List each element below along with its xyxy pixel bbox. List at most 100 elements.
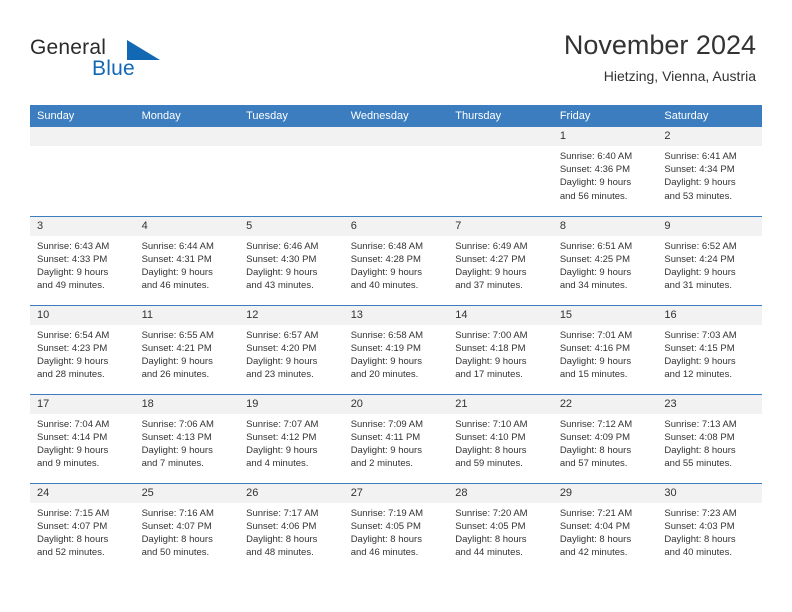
calendar-day-cell[interactable]: 28 Sunrise: 7:20 AM Sunset: 4:05 PM Dayligh… (448, 482, 553, 573)
day-sun-info: Sunrise: 7:07 AM Sunset: 4:12 PM Daylight:… (239, 414, 344, 471)
daylight-duration-line2: and 2 minutes. (350, 458, 414, 470)
day-sun-info: Sunrise: 6:48 AM Sunset: 4:28 PM Daylight:… (344, 236, 449, 293)
daylight-duration-line2: and 44 minutes. (455, 547, 523, 559)
daylight-duration-line1: Daylight: 8 hours (455, 444, 527, 456)
calendar-day-cell[interactable]: 1 Sunrise: 6:40 AM Sunset: 4:36 PM Daylight… (552, 127, 658, 216)
sunset-time: Sunset: 4:07 PM (141, 520, 212, 532)
day-cell-content: 3 Sunrise: 6:43 AM Sunset: 4:33 PM Daylight… (30, 216, 135, 305)
calendar-day-cell-empty (448, 127, 553, 216)
calendar-day-cell[interactable]: 8 Sunrise: 6:51 AM Sunset: 4:25 PM Daylight… (552, 215, 658, 305)
day-number: 4 (134, 216, 240, 236)
sunrise-time: Sunrise: 6:58 AM (350, 329, 424, 341)
sunset-time: Sunset: 4:13 PM (141, 431, 212, 443)
day-cell-content: 10 Sunrise: 6:54 AM Sunset: 4:23 PM Dayligh… (30, 305, 135, 394)
day-number (448, 127, 553, 146)
calendar-day-cell[interactable]: 22 Sunrise: 7:12 AM Sunset: 4:09 PM Dayligh… (552, 393, 658, 483)
calendar-day-cell[interactable]: 16 Sunrise: 7:03 AM Sunset: 4:15 PM Dayligh… (657, 304, 762, 394)
daylight-duration-line2: and 49 minutes. (37, 280, 105, 292)
sunset-time: Sunset: 4:04 PM (559, 520, 631, 532)
day-cell-content: 4 Sunrise: 6:44 AM Sunset: 4:31 PM Daylight… (134, 216, 240, 305)
day-sun-info: Sunrise: 6:54 AM Sunset: 4:23 PM Daylight:… (30, 325, 135, 382)
day-sun-info: Sunrise: 7:23 AM Sunset: 4:03 PM Daylight:… (657, 503, 762, 560)
calendar-day-cell[interactable]: 4 Sunrise: 6:44 AM Sunset: 4:31 PM Daylight… (134, 215, 240, 305)
day-number: 15 (552, 305, 658, 325)
logo-text-blue: Blue (92, 57, 135, 80)
sunrise-time: Sunrise: 7:09 AM (350, 418, 424, 430)
sunset-time: Sunset: 4:03 PM (664, 520, 735, 532)
day-number: 22 (552, 394, 658, 414)
sunset-time: Sunset: 4:19 PM (350, 342, 421, 354)
daylight-duration-line1: Daylight: 9 hours (37, 355, 109, 367)
calendar-day-cell[interactable]: 23 Sunrise: 7:13 AM Sunset: 4:08 PM Dayligh… (657, 393, 762, 483)
sunrise-time: Sunrise: 6:48 AM (350, 240, 424, 252)
day-cell-content: 21 Sunrise: 7:10 AM Sunset: 4:10 PM Dayligh… (448, 394, 553, 483)
calendar-day-cell[interactable]: 11 Sunrise: 6:55 AM Sunset: 4:21 PM Dayligh… (134, 304, 240, 394)
day-sun-info: Sunrise: 6:43 AM Sunset: 4:33 PM Daylight:… (30, 236, 135, 293)
day-number: 2 (657, 127, 762, 146)
calendar-day-cell[interactable]: 14 Sunrise: 7:00 AM Sunset: 4:18 PM Dayligh… (448, 304, 553, 394)
calendar-day-cell[interactable]: 15 Sunrise: 7:01 AM Sunset: 4:16 PM Dayligh… (552, 304, 658, 394)
sunset-time: Sunset: 4:30 PM (246, 253, 317, 265)
sunrise-time: Sunrise: 7:06 AM (141, 418, 214, 430)
day-number: 8 (552, 216, 658, 236)
calendar-day-cell[interactable]: 6 Sunrise: 6:48 AM Sunset: 4:28 PM Daylight… (343, 215, 449, 305)
day-sun-info: Sunrise: 7:10 AM Sunset: 4:10 PM Daylight:… (448, 414, 553, 471)
calendar-day-cell[interactable]: 30 Sunrise: 7:23 AM Sunset: 4:03 PM Dayligh… (657, 482, 762, 572)
general-blue-logo[interactable]: General Blue (30, 36, 200, 88)
calendar-day-cell[interactable]: 20 Sunrise: 7:09 AM Sunset: 4:11 PM Dayligh… (343, 393, 449, 483)
calendar-day-cell[interactable]: 9 Sunrise: 6:52 AM Sunset: 4:24 PM Daylight… (657, 215, 762, 305)
day-sun-info: Sunrise: 6:49 AM Sunset: 4:27 PM Daylight:… (448, 236, 553, 293)
day-cell-content: 28 Sunrise: 7:20 AM Sunset: 4:05 PM Dayligh… (448, 483, 553, 573)
day-sun-info: Sunrise: 6:57 AM Sunset: 4:20 PM Daylight:… (239, 325, 344, 382)
sunset-time: Sunset: 4:14 PM (37, 431, 108, 443)
daylight-duration-line2: and 34 minutes. (559, 280, 628, 292)
calendar-day-cell[interactable]: 12 Sunrise: 6:57 AM Sunset: 4:20 PM Dayligh… (239, 304, 344, 394)
sunrise-time: Sunrise: 6:51 AM (559, 240, 633, 252)
calendar-day-cell[interactable]: 13 Sunrise: 6:58 AM Sunset: 4:19 PM Dayligh… (343, 304, 449, 394)
day-cell-content (448, 127, 553, 216)
calendar-day-cell[interactable]: 24 Sunrise: 7:15 AM Sunset: 4:07 PM Dayligh… (30, 482, 135, 572)
calendar-day-cell[interactable]: 21 Sunrise: 7:10 AM Sunset: 4:10 PM Dayligh… (448, 393, 553, 483)
day-sun-info: Sunrise: 7:12 AM Sunset: 4:09 PM Daylight:… (553, 414, 658, 471)
daylight-duration-line2: and 48 minutes. (246, 547, 314, 559)
day-number: 19 (239, 394, 344, 414)
daylight-duration-line1: Daylight: 9 hours (246, 444, 318, 456)
daylight-duration-line1: Daylight: 8 hours (455, 533, 527, 545)
sunset-time: Sunset: 4:11 PM (350, 431, 421, 443)
sunrise-time: Sunrise: 7:07 AM (246, 418, 319, 430)
day-cell-content: 19 Sunrise: 7:07 AM Sunset: 4:12 PM Dayligh… (239, 394, 344, 483)
page-title: November 2024 (563, 30, 756, 60)
calendar-day-cell[interactable]: 5 Sunrise: 6:46 AM Sunset: 4:30 PM Daylight… (239, 215, 344, 305)
weekday-header-saturday: Saturday (657, 105, 762, 127)
daylight-duration-line1: Daylight: 9 hours (350, 266, 422, 278)
calendar-day-cell[interactable]: 10 Sunrise: 6:54 AM Sunset: 4:23 PM Dayligh… (30, 304, 135, 394)
calendar-day-cell[interactable]: 26 Sunrise: 7:17 AM Sunset: 4:06 PM Dayligh… (239, 482, 344, 572)
sunrise-time: Sunrise: 6:49 AM (455, 240, 528, 252)
location-subtitle: Hietzing, Vienna, Austria (603, 68, 756, 84)
calendar-day-cell[interactable]: 18 Sunrise: 7:06 AM Sunset: 4:13 PM Dayligh… (134, 393, 240, 483)
calendar-day-cell[interactable]: 19 Sunrise: 7:07 AM Sunset: 4:12 PM Dayligh… (239, 393, 344, 483)
daylight-duration-line2: and 12 minutes. (664, 369, 732, 381)
day-number: 21 (448, 394, 553, 414)
daylight-duration-line2: and 20 minutes. (350, 369, 419, 381)
day-cell-content: 27 Sunrise: 7:19 AM Sunset: 4:05 PM Dayligh… (343, 483, 449, 573)
day-cell-content: 23 Sunrise: 7:13 AM Sunset: 4:08 PM Dayligh… (657, 394, 762, 483)
daylight-duration-line1: Daylight: 9 hours (664, 177, 736, 189)
calendar-day-cell[interactable]: 25 Sunrise: 7:16 AM Sunset: 4:07 PM Dayligh… (134, 482, 240, 572)
calendar-day-cell[interactable]: 2 Sunrise: 6:41 AM Sunset: 4:34 PM Daylight… (657, 127, 762, 216)
daylight-duration-line1: Daylight: 9 hours (559, 355, 632, 367)
calendar-day-cell[interactable]: 29 Sunrise: 7:21 AM Sunset: 4:04 PM Dayligh… (552, 482, 658, 573)
day-number: 3 (30, 216, 135, 236)
daylight-duration-line2: and 31 minutes. (664, 280, 732, 292)
sunrise-time: Sunrise: 6:40 AM (559, 151, 633, 162)
calendar-day-cell[interactable]: 7 Sunrise: 6:49 AM Sunset: 4:27 PM Daylight… (448, 215, 553, 305)
daylight-duration-line2: and 26 minutes. (141, 369, 210, 381)
calendar-day-cell[interactable]: 3 Sunrise: 6:43 AM Sunset: 4:33 PM Daylight… (30, 215, 135, 305)
day-cell-content: 6 Sunrise: 6:48 AM Sunset: 4:28 PM Daylight… (343, 216, 449, 305)
daylight-duration-line2: and 40 minutes. (350, 280, 419, 292)
calendar-day-cell[interactable]: 27 Sunrise: 7:19 AM Sunset: 4:05 PM Dayligh… (343, 482, 449, 573)
day-sun-info: Sunrise: 7:09 AM Sunset: 4:11 PM Daylight:… (344, 414, 449, 471)
day-cell-content: 29 Sunrise: 7:21 AM Sunset: 4:04 PM Dayligh… (552, 483, 658, 573)
daylight-duration-line1: Daylight: 9 hours (246, 355, 318, 367)
calendar-day-cell[interactable]: 17 Sunrise: 7:04 AM Sunset: 4:14 PM Dayligh… (30, 393, 135, 483)
